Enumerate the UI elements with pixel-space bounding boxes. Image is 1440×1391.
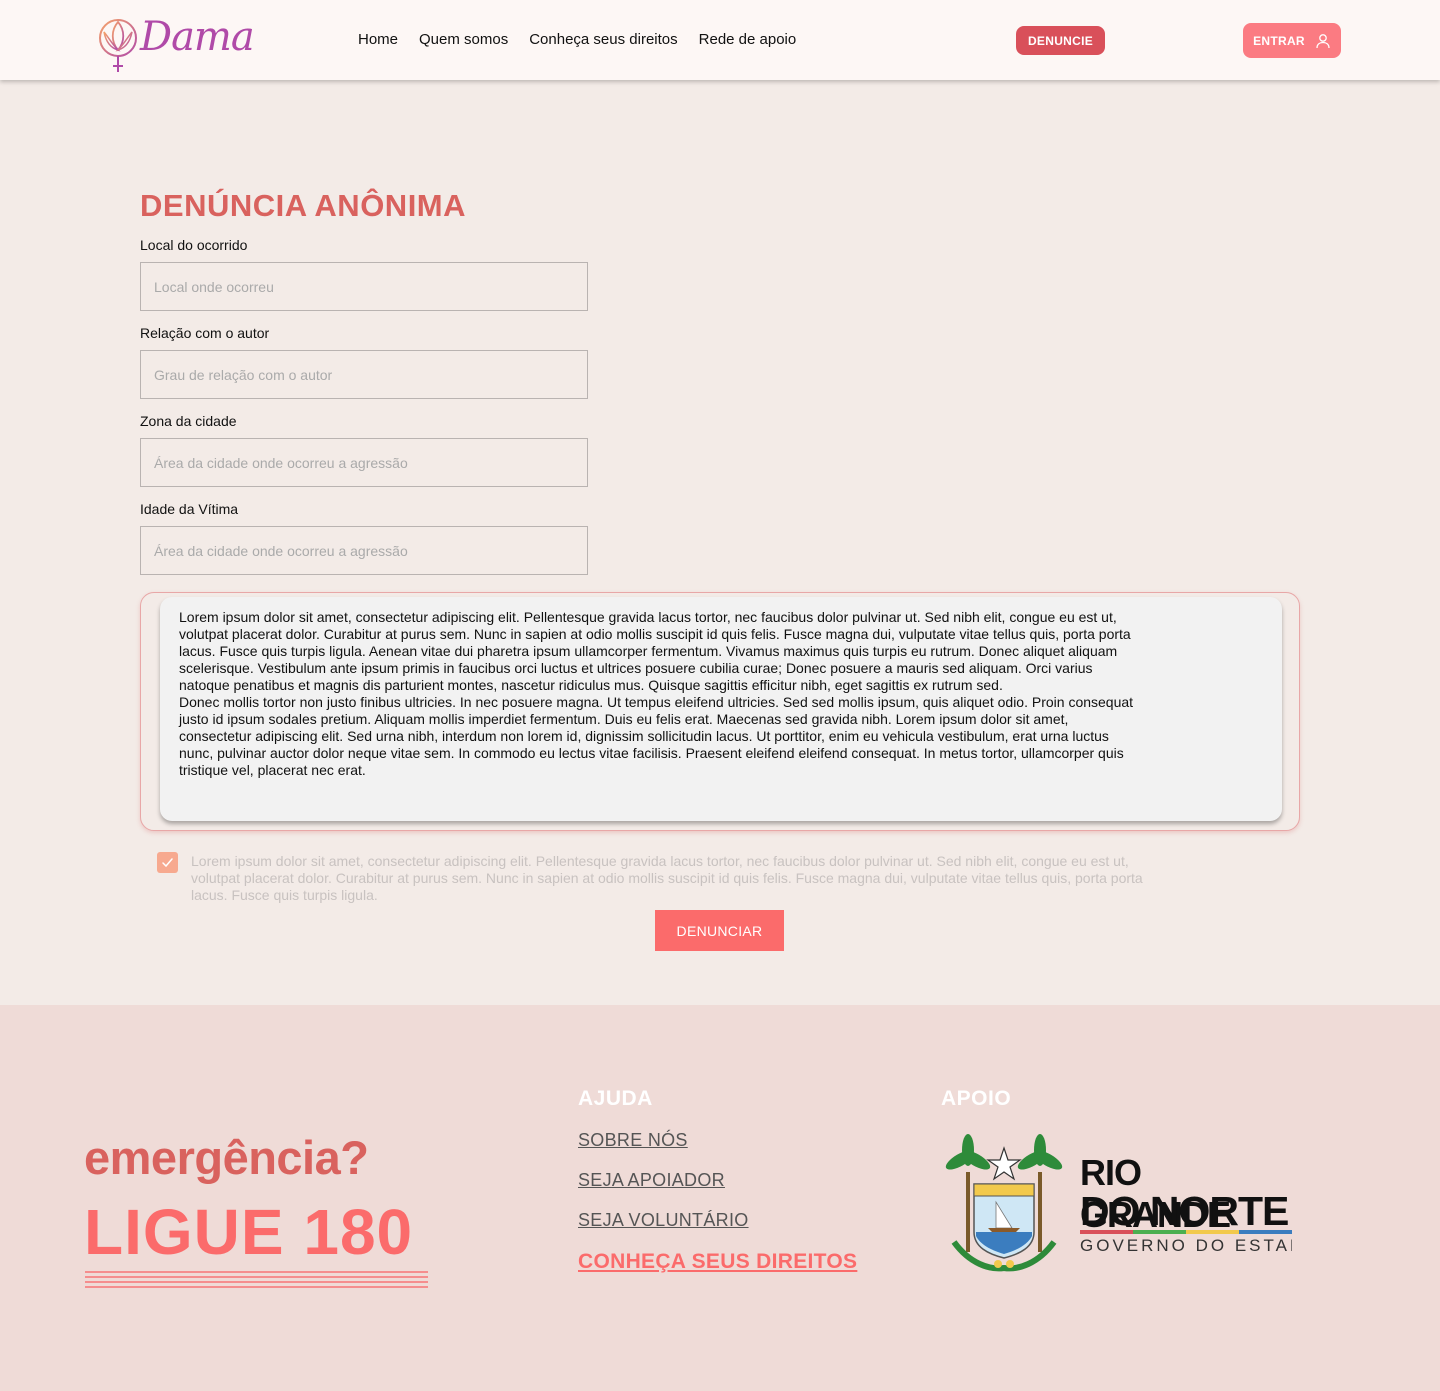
user-icon — [1316, 33, 1330, 48]
nav-quem-somos[interactable]: Quem somos — [419, 31, 508, 48]
nav-rede-de-apoio[interactable]: Rede de apoio — [699, 31, 797, 48]
idade-input[interactable] — [140, 526, 588, 575]
consent-text: Lorem ipsum dolor sit amet, consectetur … — [191, 853, 1143, 903]
rio-grande-do-norte-logo[interactable]: RIO GRANDE DO NORTE GOVERNO DO ESTADO — [940, 1132, 1292, 1272]
rn-logo-color-stripe — [1080, 1230, 1292, 1234]
call-180-heading: LIGUE 180 — [84, 1196, 414, 1268]
entrar-button[interactable]: ENTRAR — [1243, 23, 1341, 58]
dama-logo[interactable]: Dama — [98, 14, 255, 74]
zona-label: Zona da cidade — [140, 413, 237, 429]
footer-link-seja-apoiador[interactable]: SEJA APOIADOR — [578, 1170, 725, 1191]
rn-logo-line3: GOVERNO DO ESTADO — [1080, 1236, 1292, 1255]
main-nav: Home Quem somos Conheça seus direitos Re… — [358, 31, 796, 48]
local-label: Local do ocorrido — [140, 237, 248, 253]
entrar-button-label: ENTRAR — [1253, 33, 1305, 48]
denuncie-button[interactable]: DENUNCIE — [1016, 26, 1105, 55]
call-underline-decoration — [85, 1271, 428, 1291]
state-coat-of-arms-icon — [945, 1134, 1063, 1272]
consent-checkbox[interactable] — [157, 852, 178, 873]
description-paragraph-2: Donec mollis tortor non justo finibus ul… — [179, 694, 1134, 778]
footer-link-seja-voluntario[interactable]: SEJA VOLUNTÁRIO — [578, 1210, 749, 1231]
description-paragraph-1: Lorem ipsum dolor sit amet, consectetur … — [179, 609, 1131, 693]
emergency-heading: emergência? — [84, 1131, 369, 1184]
venus-flower-icon — [99, 19, 137, 72]
rn-logo-line2: DO NORTE — [1080, 1188, 1289, 1234]
support-column-title: APOIO — [941, 1087, 1012, 1110]
relacao-input[interactable] — [140, 350, 588, 399]
description-textarea[interactable]: Lorem ipsum dolor sit amet, consectetur … — [160, 597, 1282, 821]
page-title: DENÚNCIA ANÔNIMA — [140, 188, 467, 223]
zona-input[interactable] — [140, 438, 588, 487]
idade-label: Idade da Vítima — [140, 501, 239, 517]
denunciar-button-label: DENUNCIAR — [676, 922, 763, 939]
logo-text: Dama — [140, 14, 255, 60]
nav-conheca-seus-direitos[interactable]: Conheça seus direitos — [529, 31, 677, 48]
site-header: Dama Home Quem somos Conheça seus direit… — [0, 0, 1440, 80]
checkmark-icon — [162, 858, 173, 868]
local-input[interactable] — [140, 262, 588, 311]
description-container: Lorem ipsum dolor sit amet, consectetur … — [140, 592, 1300, 831]
footer-link-sobre-nos[interactable]: SOBRE NÓS — [578, 1130, 688, 1151]
site-footer: emergência? LIGUE 180 AJUDA SOBRE NÓS SE… — [0, 1005, 1440, 1391]
relacao-label: Relação com o autor — [140, 325, 270, 341]
help-column-title: AJUDA — [578, 1087, 653, 1110]
footer-link-conheca-seus-direitos[interactable]: CONHEÇA SEUS DIREITOS — [578, 1250, 857, 1274]
denunciar-submit-button[interactable]: DENUNCIAR — [655, 910, 784, 951]
denuncie-button-label: DENUNCIE — [1027, 33, 1094, 48]
nav-home[interactable]: Home — [358, 31, 398, 48]
